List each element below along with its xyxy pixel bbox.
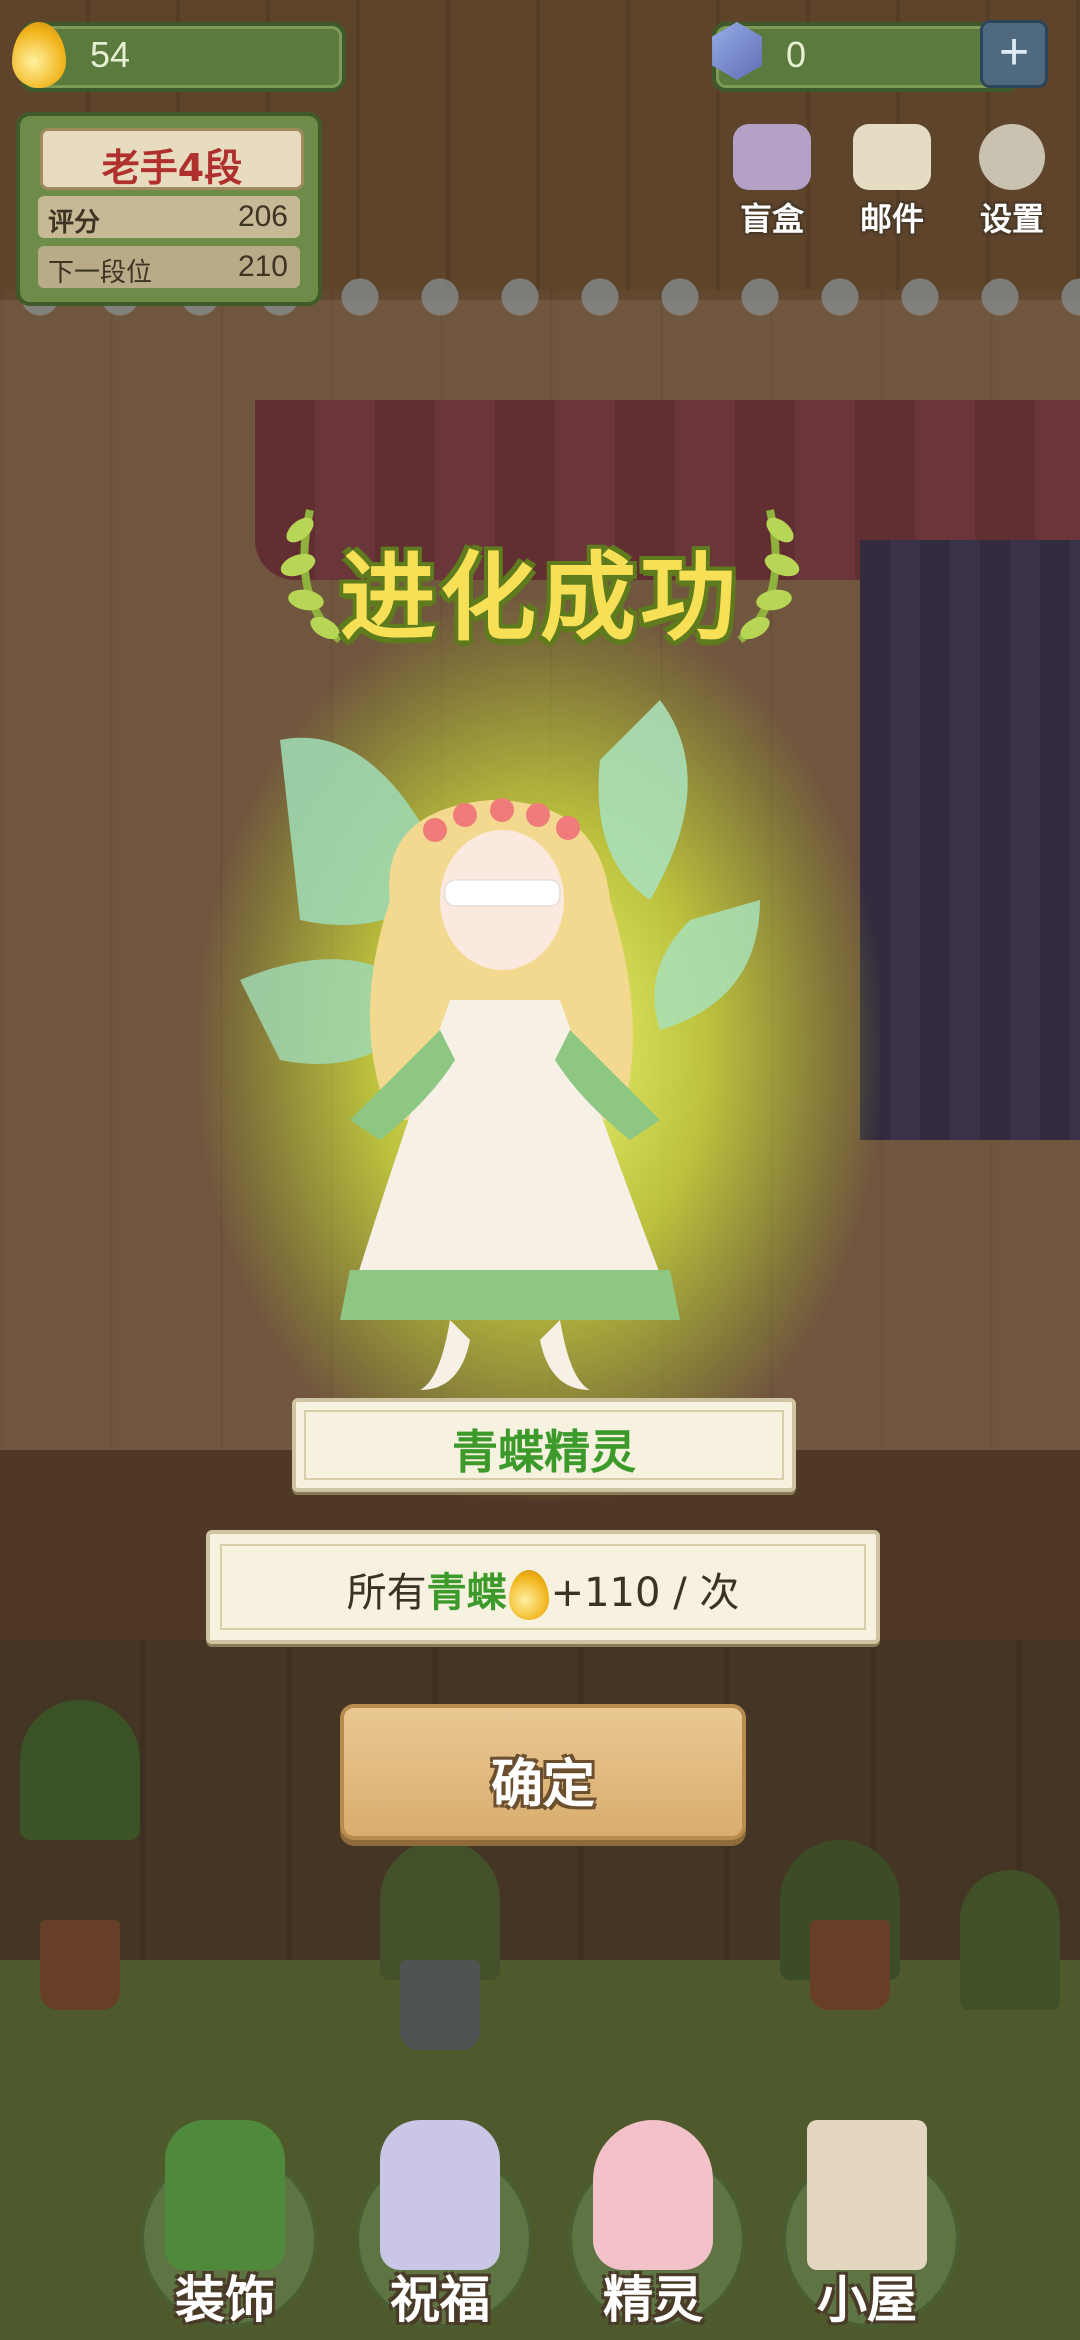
mail-label: 邮件: [859, 200, 924, 238]
nav-fairy-label: 精灵: [603, 2271, 703, 2329]
rank-title-box: 老手4段: [40, 128, 304, 190]
fairy-icon: [593, 2120, 713, 2270]
rank-title: 老手4段: [101, 146, 243, 190]
reward-line: 所有青蝶 +110 / 次: [210, 1560, 876, 1620]
nav-blessing[interactable]: 祝福: [345, 2110, 535, 2340]
settings-button[interactable]: 设置: [960, 124, 1064, 238]
score-value: 206: [237, 200, 288, 233]
next-rank-row: 下一段位 210: [38, 246, 300, 288]
settings-label: 设置: [979, 200, 1044, 238]
nav-house[interactable]: 小屋: [772, 2110, 962, 2340]
reward-suffix: / 次: [673, 1570, 740, 1616]
character-name-plate: 青蝶精灵: [292, 1398, 796, 1492]
evolution-success-title: 进化成功: [340, 542, 740, 654]
score-label: 评分: [48, 208, 101, 238]
reward-target: 青蝶: [426, 1570, 507, 1616]
drops-counter-bar: 54: [20, 22, 346, 92]
blind-box-button[interactable]: 盲盒: [720, 124, 824, 238]
nav-decorate[interactable]: 装饰: [130, 2110, 320, 2340]
reward-plate: 所有青蝶 +110 / 次: [206, 1530, 880, 1644]
score-row: 评分 206: [38, 196, 300, 238]
character-name: 青蝶精灵: [452, 1425, 636, 1479]
rank-panel[interactable]: 老手4段 评分 206 下一段位 210: [16, 112, 322, 306]
butterfly-vase-icon: [380, 2120, 500, 2270]
next-rank-value: 210: [237, 250, 288, 283]
plant-pot-icon: [165, 2120, 285, 2270]
gear-icon: [979, 124, 1045, 190]
fairy-character-illustration: [240, 700, 760, 1390]
nav-fairy[interactable]: 精灵: [558, 2110, 748, 2340]
house-icon: [807, 2120, 927, 2270]
drops-value: 54: [90, 34, 131, 75]
reward-amount: +110: [550, 1570, 661, 1616]
gems-value: 0: [786, 34, 807, 75]
nav-house-label: 小屋: [817, 2271, 917, 2329]
next-rank-label: 下一段位: [48, 258, 153, 288]
mail-icon: [853, 124, 931, 190]
gift-box-icon: [733, 124, 811, 190]
add-gems-button[interactable]: +: [980, 20, 1048, 88]
confirm-button[interactable]: 确定: [340, 1704, 746, 1840]
title-banner: 进化成功: [270, 480, 810, 654]
nav-decorate-label: 装饰: [175, 2271, 275, 2329]
water-drop-icon: [508, 1570, 549, 1620]
nav-blessing-label: 祝福: [390, 2271, 490, 2329]
confirm-label: 确定: [490, 1755, 595, 1815]
mail-button[interactable]: 邮件: [840, 124, 944, 238]
blind-box-label: 盲盒: [739, 200, 804, 238]
reward-prefix: 所有: [346, 1570, 427, 1616]
